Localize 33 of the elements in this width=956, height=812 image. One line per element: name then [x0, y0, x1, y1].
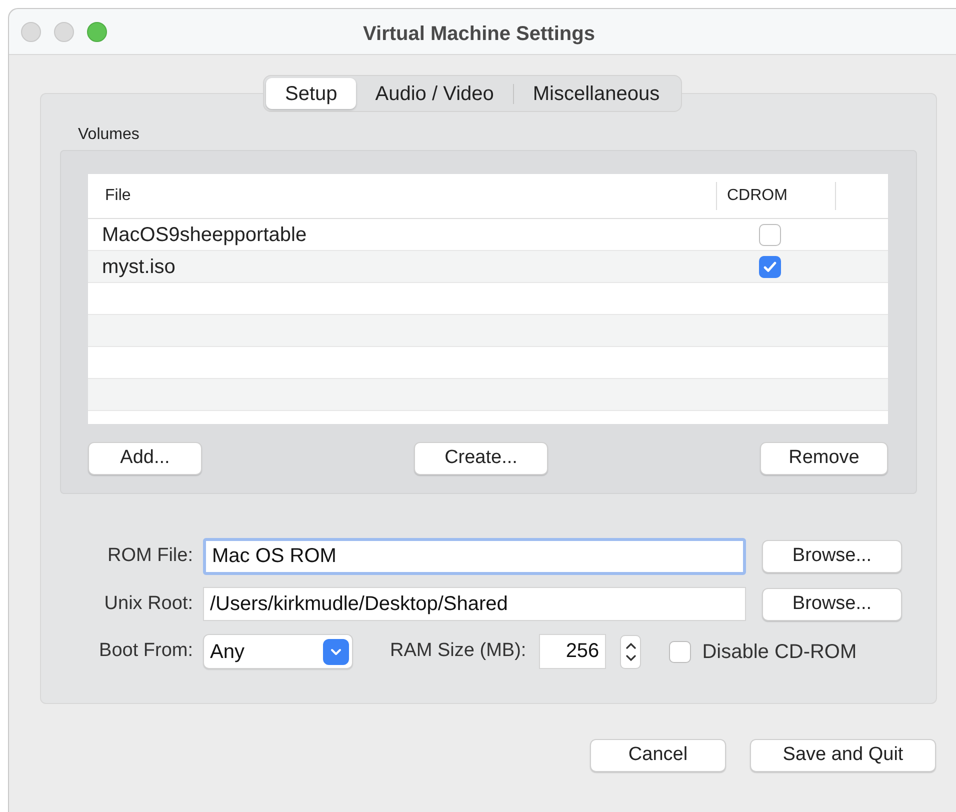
column-header[interactable]: CDROM — [727, 184, 788, 208]
checkbox[interactable] — [759, 224, 781, 246]
table-cell-text: myst.iso — [101, 254, 176, 280]
tab[interactable]: Miscellaneous — [514, 78, 679, 109]
field-label: Boot From: — [98, 639, 193, 664]
window-title: Virtual Machine Settings — [363, 22, 595, 47]
field-label: Unix Root: — [103, 592, 193, 616]
push-button[interactable]: Browse... — [762, 588, 902, 620]
stepper[interactable] — [620, 634, 642, 668]
dropdown[interactable]: Any — [203, 634, 353, 669]
text-field[interactable]: /Users/kirkmudle/Desktop/Shared — [203, 587, 746, 621]
push-button[interactable]: Add... — [88, 442, 202, 475]
text-field[interactable]: Mac OS ROM — [203, 538, 746, 575]
field-label: ROM File: — [106, 544, 193, 568]
tab[interactable]: Setup — [266, 78, 356, 109]
checkbox[interactable] — [759, 256, 781, 278]
checkbox[interactable] — [669, 640, 692, 662]
field-label: RAM Size (MB): — [390, 639, 526, 664]
checkbox-label: Disable CD-ROM — [702, 640, 857, 664]
zoom-button[interactable] — [87, 22, 107, 42]
push-button[interactable]: Save and Quit — [750, 739, 936, 772]
push-button[interactable]: Remove — [760, 442, 888, 475]
column-header[interactable]: File — [88, 184, 716, 208]
tab[interactable]: Audio / Video — [356, 78, 513, 109]
table-cell-text: MacOS9sheepportable — [101, 222, 308, 248]
chevron-icon — [323, 638, 349, 664]
section-label: Volumes — [78, 125, 140, 145]
close-button[interactable] — [21, 22, 41, 42]
minimize-button[interactable] — [54, 22, 74, 42]
push-button[interactable]: Cancel — [590, 739, 726, 772]
push-button[interactable]: Browse... — [762, 540, 902, 573]
number-field[interactable]: 256 — [539, 634, 606, 669]
push-button[interactable]: Create... — [414, 442, 548, 475]
